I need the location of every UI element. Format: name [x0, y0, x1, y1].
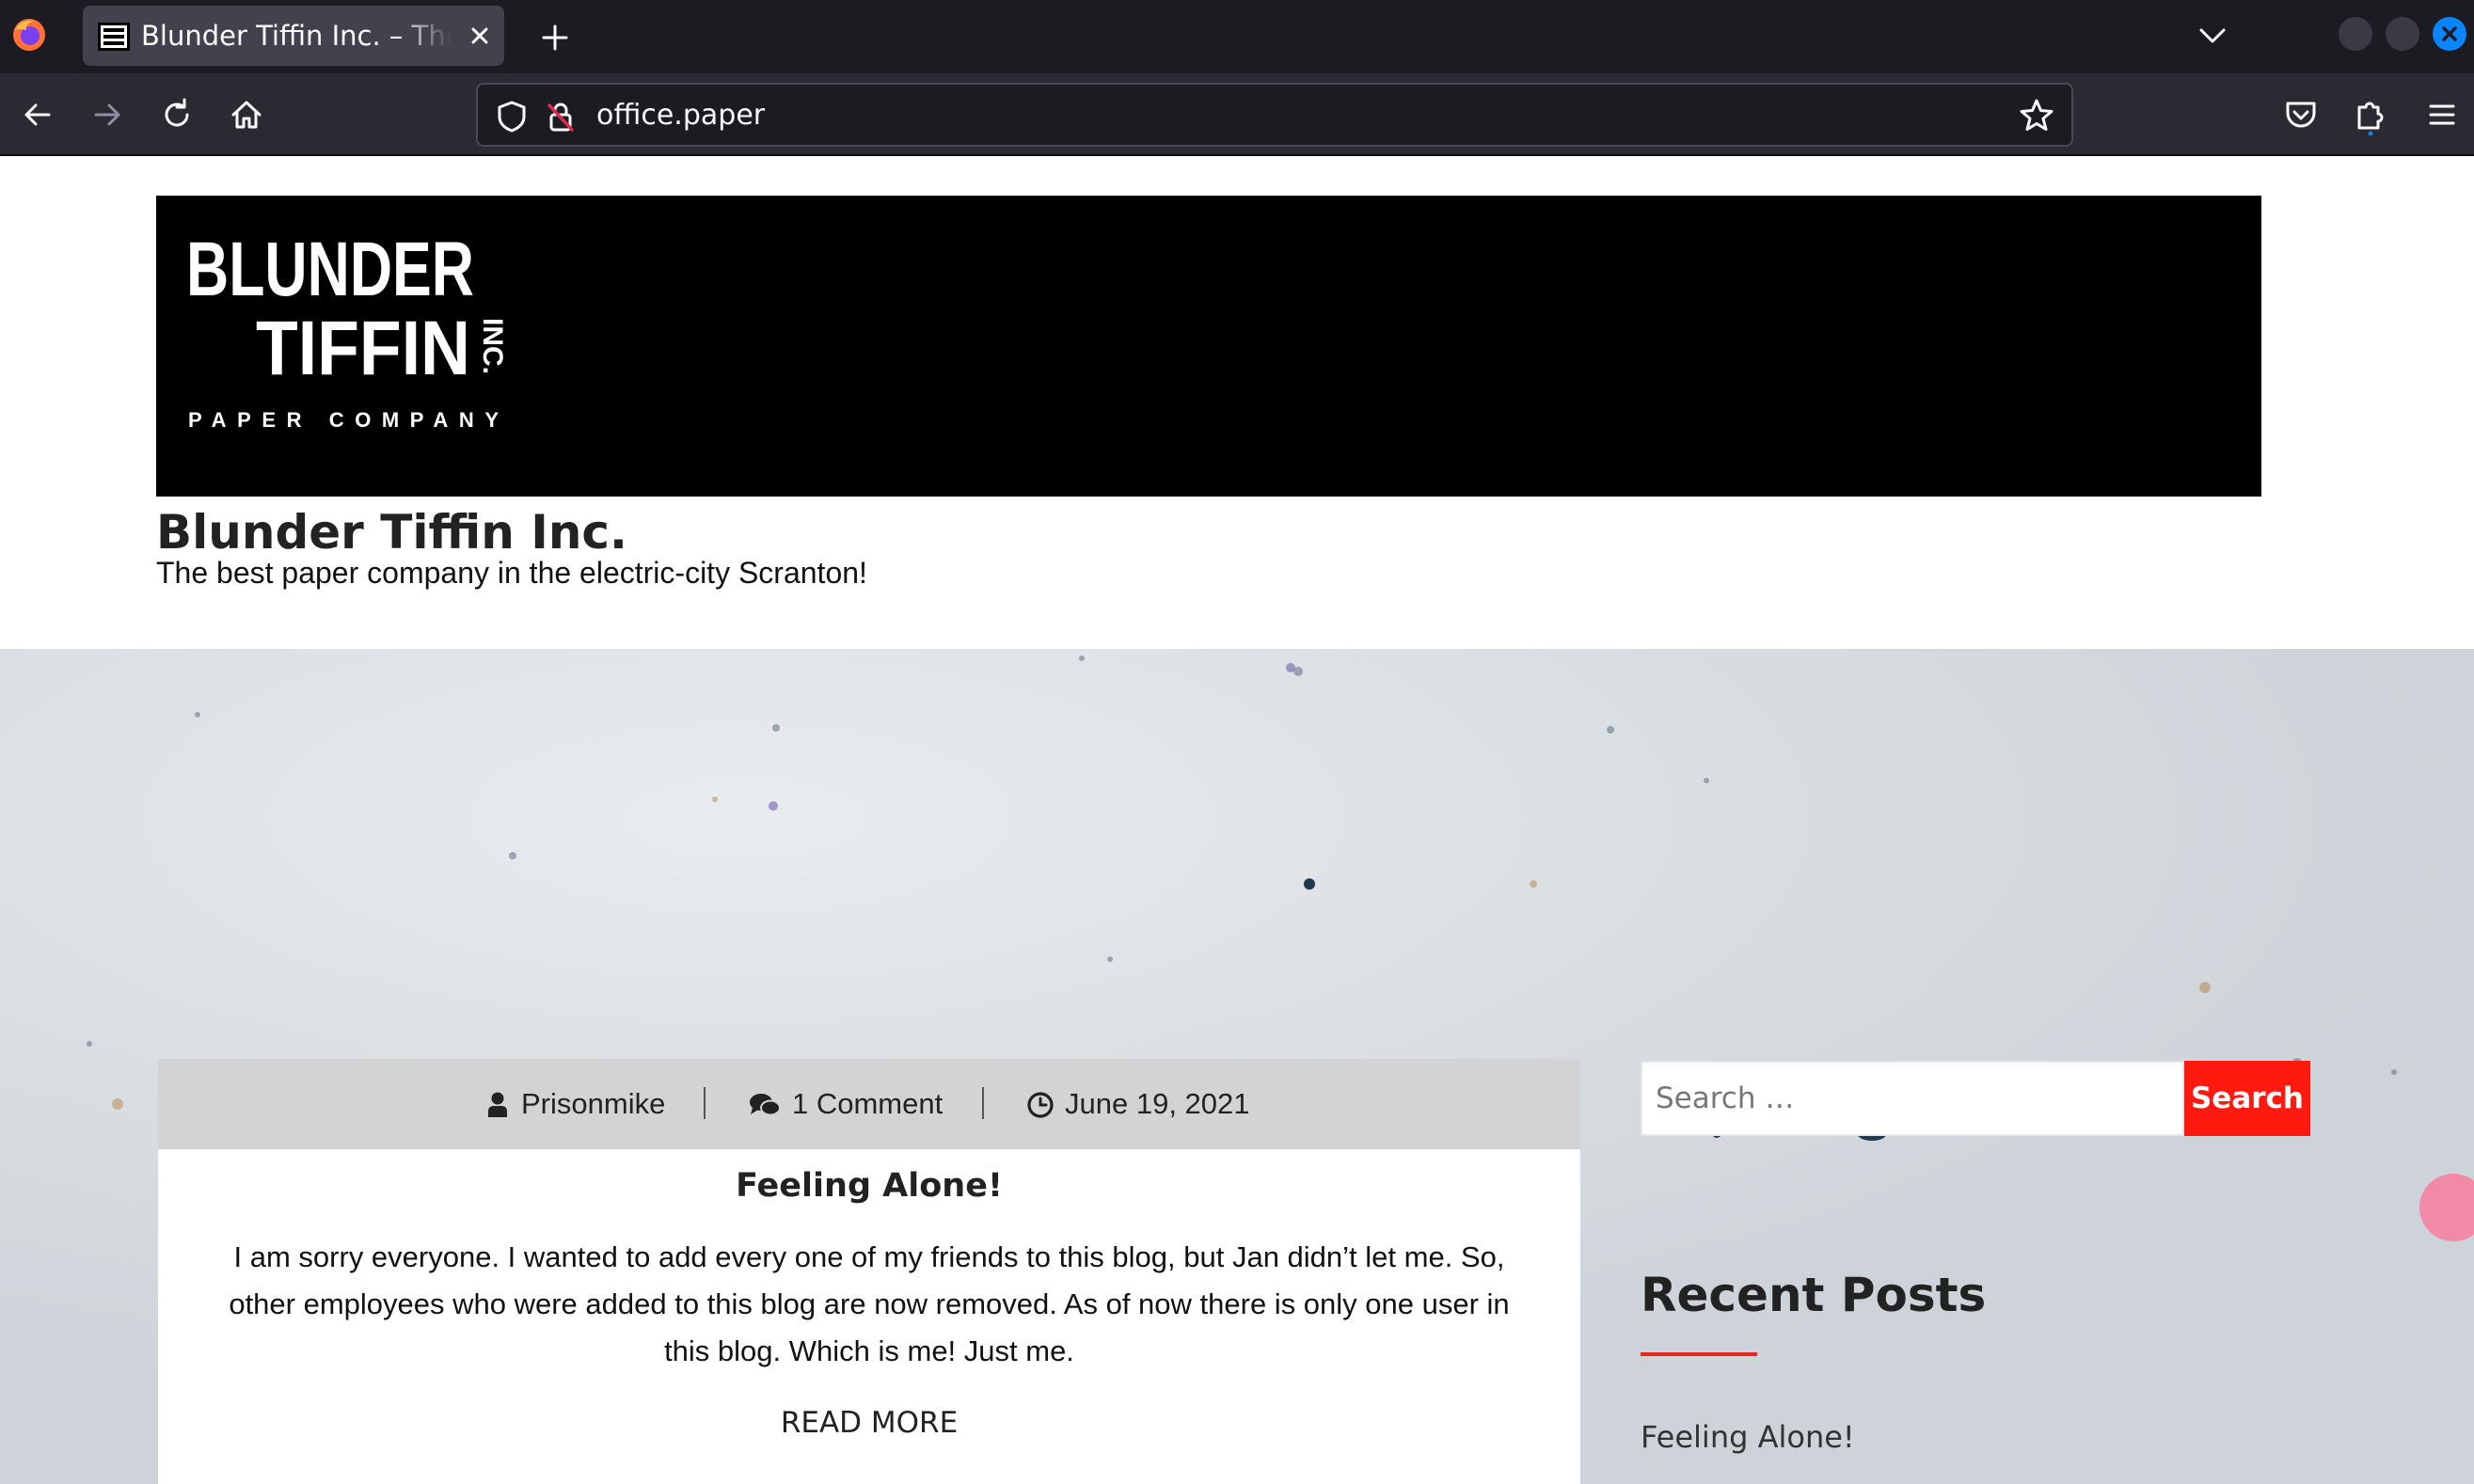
site-header-banner[interactable]: BLUNDER TIFFIN INC. PAPER COMPANY [156, 196, 2261, 497]
clock-icon [1027, 1092, 1054, 1118]
address-bar[interactable]: office.paper [476, 83, 2073, 147]
window-minimize-button[interactable] [2339, 17, 2372, 51]
site-tagline: The best paper company in the electric-c… [156, 556, 867, 590]
search-input[interactable] [1641, 1061, 2184, 1136]
recent-post-link[interactable]: Feeling Alone! [1641, 1416, 1855, 1458]
active-tab[interactable]: Blunder Tiffin Inc. – The best paper com… [83, 6, 504, 66]
new-tab-plus-icon[interactable] [534, 17, 576, 58]
pocket-icon[interactable] [2280, 94, 2322, 135]
firefox-icon[interactable] [11, 17, 47, 53]
post-title-link[interactable]: Feeling Alone! [158, 1162, 1580, 1209]
post-meta-bar: Prisonmike 1 Comment June 19, 2021 [158, 1059, 1580, 1149]
home-icon[interactable] [226, 94, 267, 135]
post-comments-link[interactable]: 1 Comment [792, 1085, 943, 1123]
recent-posts-heading: Recent Posts [1641, 1268, 1987, 1322]
window-close-button[interactable] [2433, 17, 2466, 51]
shield-icon[interactable] [493, 98, 531, 135]
browser-tab-bar: Blunder Tiffin Inc. – The best paper com… [0, 0, 2474, 73]
heading-underline [1641, 1352, 1757, 1356]
comments-icon [750, 1094, 781, 1116]
site-logo[interactable]: BLUNDER TIFFIN INC. PAPER COMPANY [184, 224, 523, 440]
star-icon[interactable] [2017, 96, 2056, 135]
meta-divider [704, 1087, 706, 1119]
user-icon [488, 1092, 507, 1117]
url-text[interactable]: office.paper [596, 99, 765, 133]
puzzle-icon[interactable] [2350, 94, 2391, 135]
hamburger-icon[interactable] [2421, 94, 2463, 135]
meta-divider [982, 1087, 984, 1119]
logo-line-2: TIFFIN [256, 306, 470, 391]
window-maximize-button[interactable] [2386, 17, 2419, 51]
close-tab-icon[interactable] [463, 19, 497, 53]
web-page: BLUNDER TIFFIN INC. PAPER COMPANY Blunde… [0, 156, 2474, 1484]
arrow-right-icon[interactable] [87, 94, 128, 135]
site-favicon-icon [98, 23, 130, 51]
reload-icon[interactable] [156, 94, 198, 135]
browser-navigation-bar: office.paper [0, 73, 2474, 156]
tab-title: Blunder Tiffin Inc. – The best paper com… [141, 20, 452, 52]
chevron-down-icon[interactable] [2192, 17, 2233, 55]
post-date-link[interactable]: June 19, 2021 [1065, 1085, 1250, 1123]
post-card: Prisonmike 1 Comment June 19, 2021 Feeli… [158, 1059, 1580, 1484]
logo-line-3: PAPER COMPANY [188, 408, 499, 432]
logo-line-1: BLUNDER [186, 227, 474, 312]
post-author-link[interactable]: Prisonmike [521, 1085, 665, 1123]
post-excerpt: I am sorry everyone. I wanted to add eve… [229, 1240, 1510, 1367]
logo-inc: INC. [477, 318, 508, 374]
arrow-left-icon[interactable] [17, 94, 58, 135]
search-button[interactable]: Search [2184, 1061, 2310, 1136]
lock-insecure-icon[interactable] [542, 98, 579, 135]
read-more-link[interactable]: READ MORE [158, 1401, 1580, 1445]
